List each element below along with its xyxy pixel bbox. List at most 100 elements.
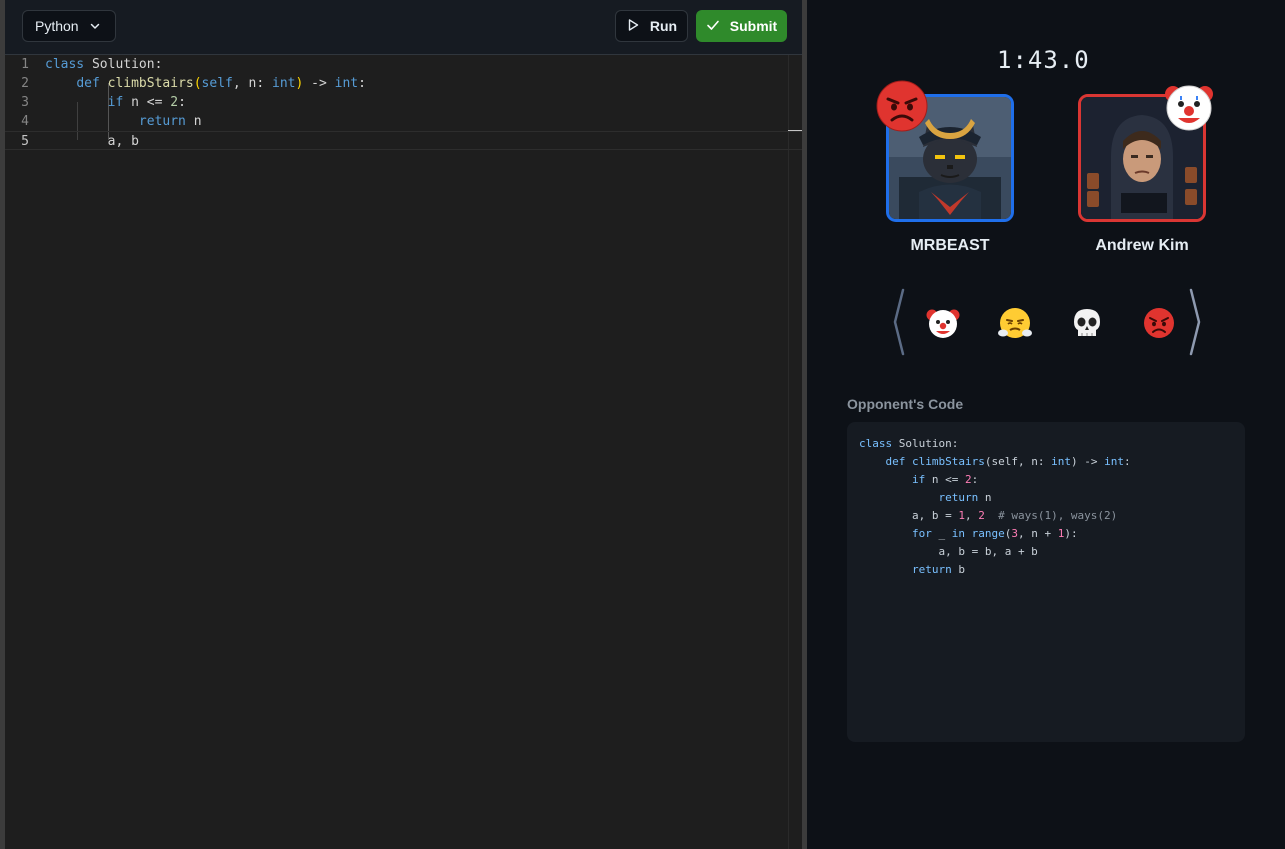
opponent-code-token	[965, 527, 972, 540]
opponent-code-token: in	[951, 527, 965, 540]
opponent-code-token: 3	[1011, 527, 1018, 540]
code-token: n	[185, 114, 202, 129]
opponent-code-token: a, b =	[859, 509, 959, 522]
opponent-code-line: a, b = b, a + b	[859, 543, 1233, 561]
reaction-angry-face-icon[interactable]	[1142, 306, 1176, 340]
opponent-code-token: for	[911, 527, 932, 540]
opponent-code-line: a, b = 1, 2 # ways(1), ways(2)	[859, 507, 1233, 525]
opponent-code-token: :	[1123, 455, 1131, 468]
editor-toolbar: Python Run Submit	[5, 0, 802, 55]
opponent-code-token: return	[938, 491, 979, 504]
opponent-code-token: a, b = b, a + b	[859, 545, 1038, 558]
code-line[interactable]: 4 return n	[5, 112, 802, 131]
opponent-code-token	[859, 563, 912, 576]
opponent-code-token	[905, 455, 912, 468]
code-token: class	[45, 57, 85, 72]
run-button[interactable]: Run	[615, 10, 688, 42]
opponent-code-line: return n	[859, 489, 1233, 507]
editor-panel: Python Run Submit 1 class Solution: 2 def …	[0, 0, 807, 849]
opponent-code-line: class Solution:	[859, 435, 1233, 453]
opponent-code-token	[859, 527, 912, 540]
editor-ruler	[788, 55, 789, 849]
chevron-down-icon	[89, 20, 101, 32]
opponent-code-token: b	[951, 563, 965, 576]
play-icon	[626, 18, 640, 35]
opponent-code-token: , n +	[1017, 527, 1058, 540]
opponent-code-token: 2	[978, 509, 985, 522]
opponent-code-token	[859, 491, 938, 504]
opponent-code-token: climbStairs	[912, 455, 985, 468]
code-token: self	[201, 76, 233, 91]
opponent-code-line: return b	[859, 561, 1233, 579]
code-token: 2	[170, 95, 179, 110]
match-timer: 1:43.0	[997, 46, 1090, 74]
reaction-prev-arrow-icon[interactable]	[892, 288, 906, 356]
reaction-clown-face-icon[interactable]	[926, 306, 960, 340]
code-line[interactable]: 2 def climbStairs(self, n: int) -> int:	[5, 74, 802, 93]
opponent-code-token: if	[911, 473, 926, 486]
opponent-code-token: # ways(1), ways(2)	[984, 509, 1118, 522]
code-text: if n <= 2:	[45, 93, 186, 112]
line-number: 1	[21, 57, 29, 72]
code-text: a, b	[45, 132, 139, 151]
opponent-code-lines: class Solution: def climbStairs(self, n:…	[859, 435, 1233, 579]
opponent-code-token: ) ->	[1070, 455, 1105, 468]
opponent-code-token: int	[1051, 455, 1071, 468]
player2-reaction-clown-face-icon	[1163, 80, 1215, 132]
opponent-code-line: for _ in range(3, n + 1):	[859, 525, 1233, 543]
code-token: return	[138, 114, 186, 129]
code-token: int	[272, 76, 296, 91]
opponent-code-token: (self, n:	[984, 455, 1052, 468]
check-icon	[706, 18, 720, 35]
submit-button-label: Submit	[729, 18, 778, 34]
line-number: 4	[21, 114, 29, 129]
code-text: class Solution:	[45, 55, 162, 74]
opponent-code-line: if n <= 2:	[859, 471, 1233, 489]
opponent-code-token: ,	[964, 509, 979, 522]
code-line[interactable]: 1 class Solution:	[5, 55, 802, 74]
opponent-code-token: n <=	[925, 473, 965, 486]
opponent-code-block: class Solution: def climbStairs(self, n:…	[847, 422, 1245, 742]
code-token: a, b	[45, 134, 139, 149]
opponent-code-token: Solution:	[892, 437, 959, 450]
code-line[interactable]: 3 if n <= 2:	[5, 93, 802, 112]
language-select-value: Python	[35, 18, 79, 34]
code-token: , n:	[232, 76, 272, 91]
language-select[interactable]: Python	[22, 10, 116, 42]
submit-button[interactable]: Submit	[696, 10, 787, 42]
code-token: ->	[303, 76, 335, 91]
code-line[interactable]: 5 a, b	[5, 131, 802, 150]
opponent-code-token: range	[971, 527, 1005, 540]
player1-name: MRBEAST	[910, 237, 990, 254]
opponent-code-token: def	[885, 455, 906, 468]
code-editor[interactable]: 1 class Solution: 2 def climbStairs(self, …	[5, 55, 802, 849]
code-token: :	[358, 76, 366, 91]
code-token: :	[178, 95, 186, 110]
code-token: n <=	[123, 95, 171, 110]
opponent-code-token: :	[971, 473, 979, 486]
code-text: def climbStairs(self, n: int) -> int:	[45, 74, 366, 93]
opponent-code-token: class	[859, 437, 893, 450]
code-token: def	[76, 76, 100, 91]
opponent-code-token	[859, 473, 912, 486]
reaction-steam-face-icon[interactable]	[998, 306, 1032, 340]
code-token: (	[193, 76, 202, 91]
code-token: int	[334, 76, 359, 91]
player2-name: Andrew Kim	[1095, 237, 1189, 254]
code-text: return n	[45, 112, 202, 131]
line-number: 5	[21, 134, 29, 149]
opponent-code-token	[859, 455, 886, 468]
line-number: 3	[21, 95, 29, 110]
reaction-skull-icon[interactable]	[1070, 306, 1104, 340]
code-token: if	[107, 95, 124, 110]
reaction-picker	[890, 288, 1204, 356]
opponent-code-line: def climbStairs(self, n: int) -> int:	[859, 453, 1233, 471]
opponent-code-token: n	[978, 491, 992, 504]
line-number: 2	[21, 76, 29, 91]
player1-reaction-angry-face-icon	[876, 80, 928, 132]
reaction-next-arrow-icon[interactable]	[1188, 288, 1202, 356]
